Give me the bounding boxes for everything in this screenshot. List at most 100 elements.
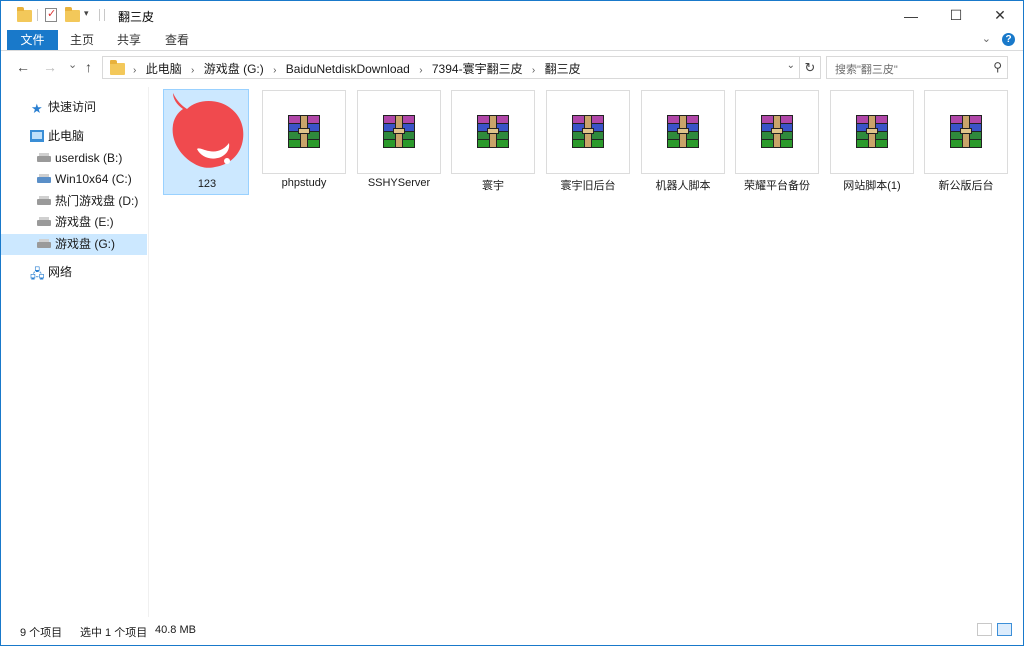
up-button[interactable]: ↑ (85, 59, 92, 75)
customize-quick-access-icon[interactable]: ▾ (84, 8, 89, 19)
recent-locations-button[interactable]: ⌄ (68, 58, 77, 71)
file-name: 机器人脚本 (655, 180, 711, 192)
rar-archive-icon (948, 115, 984, 149)
separator (37, 9, 38, 21)
window-title: 翻三皮 (118, 10, 155, 24)
sidebar-item-label: 热门游戏盘 (D:) (55, 194, 139, 208)
forward-button[interactable]: → (43, 59, 57, 75)
selection-count: 选中 1 个项目 (80, 627, 148, 639)
rar-archive-icon (286, 115, 322, 149)
explorer-window: ✓ ▾ 翻三皮 — ☐ ✕ 文件 主页 共享 查看 ⌄ ? ← → ⌄ ↑ › … (0, 0, 1024, 646)
file-item[interactable]: 机器人脚本 (640, 89, 726, 195)
sidebar-item-label: 游戏盘 (E:) (55, 215, 114, 229)
file-thumbnail (451, 90, 535, 174)
sidebar-item-label: 此电脑 (48, 129, 85, 143)
sidebar-item-quick-access[interactable]: ★ 快速访问 (1, 97, 147, 118)
chevron-right-icon[interactable]: › (532, 65, 535, 76)
chevron-right-icon: › (133, 65, 137, 76)
breadcrumb-item[interactable]: 游戏盘 (G:) (204, 62, 264, 76)
file-thumbnail (546, 90, 630, 174)
sidebar-item-network[interactable]: 🖧 网络 (1, 262, 147, 283)
file-thumbnail (641, 90, 725, 174)
file-item[interactable]: phpstudy (261, 89, 347, 195)
expand-ribbon-icon[interactable]: ⌄ (982, 32, 991, 45)
drive-icon (37, 217, 51, 226)
sidebar-item-drive-selected[interactable]: 游戏盘 (G:) (1, 234, 147, 255)
file-item[interactable]: 网站脚本(1) (829, 89, 915, 195)
search-placeholder: 搜索"翻三皮" (835, 64, 898, 76)
drive-icon (37, 196, 51, 205)
back-button[interactable]: ← (16, 59, 30, 75)
sidebar-item-this-pc[interactable]: 此电脑 (1, 126, 147, 147)
chevron-right-icon[interactable]: › (273, 65, 276, 76)
navigation-pane: ★ 快速访问 此电脑 userdisk (B:) Win10x64 (C:) 热… (1, 87, 147, 617)
properties-icon[interactable]: ✓ (45, 8, 57, 22)
file-name: SSHYServer (367, 177, 431, 189)
sidebar-item-drive[interactable]: 热门游戏盘 (D:) (1, 191, 147, 212)
close-button[interactable]: ✕ (977, 1, 1023, 30)
sidebar-item-drive[interactable]: 游戏盘 (E:) (1, 212, 147, 233)
maximize-button[interactable]: ☐ (933, 1, 979, 30)
pane-divider[interactable] (148, 87, 149, 617)
file-name: 网站脚本(1) (843, 180, 901, 192)
chevron-down-icon[interactable]: ⌄ (787, 60, 795, 71)
tab-share[interactable]: 共享 (117, 30, 141, 50)
breadcrumb: › 此电脑 › 游戏盘 (G:) › BaiduNetdiskDownload … (133, 60, 581, 77)
computer-icon (30, 130, 44, 142)
sidebar-item-label: 网络 (48, 265, 73, 279)
file-name: 荣耀平台备份 (744, 180, 810, 192)
folder-icon (17, 7, 32, 22)
minimize-button[interactable]: — (888, 1, 934, 30)
rar-archive-icon (475, 115, 511, 149)
sidebar-item-label: userdisk (B:) (55, 151, 123, 165)
file-item[interactable]: 123 (163, 89, 249, 195)
file-thumbnail (262, 90, 346, 174)
drive-icon (37, 239, 51, 248)
chevron-right-icon[interactable]: › (191, 65, 194, 76)
network-icon: 🖧 (30, 266, 45, 281)
address-bar[interactable]: › 此电脑 › 游戏盘 (G:) › BaiduNetdiskDownload … (102, 56, 800, 79)
file-thumbnail (735, 90, 819, 174)
sidebar-item-drive[interactable]: Win10x64 (C:) (1, 169, 147, 190)
folder-icon (110, 60, 125, 75)
file-name: 寰宇 (482, 180, 504, 192)
file-item[interactable]: 荣耀平台备份 (734, 89, 820, 195)
breadcrumb-item[interactable]: 翻三皮 (545, 62, 581, 76)
sidebar-item-label: 游戏盘 (G:) (55, 237, 115, 251)
large-icons-view-button[interactable] (997, 623, 1012, 636)
rar-archive-icon (570, 115, 606, 149)
rar-archive-icon (854, 115, 890, 149)
new-folder-icon[interactable] (65, 7, 80, 22)
file-list: 123 phpstudy SSHYServer 寰宇 寰宇旧后台 机器人脚本 荣… (159, 89, 1019, 619)
tab-view[interactable]: 查看 (165, 30, 189, 50)
star-icon: ★ (31, 101, 43, 116)
file-item[interactable]: SSHYServer (356, 89, 442, 195)
ribbon-tabs: 文件 主页 共享 查看 ⌄ ? (1, 30, 1023, 51)
image-icon (172, 93, 244, 168)
search-input[interactable]: 搜索"翻三皮" ⚲ (826, 56, 1008, 79)
search-icon[interactable]: ⚲ (993, 60, 1002, 74)
rar-archive-icon (665, 115, 701, 149)
breadcrumb-item[interactable]: BaiduNetdiskDownload (286, 62, 410, 76)
tab-file[interactable]: 文件 (7, 30, 58, 50)
sidebar-item-label: Win10x64 (C:) (55, 172, 132, 186)
sidebar-item-label: 快速访问 (48, 100, 97, 114)
file-item[interactable]: 寰宇 (450, 89, 536, 195)
image-thumbnail (165, 91, 249, 175)
breadcrumb-item[interactable]: 此电脑 (146, 62, 182, 76)
details-view-button[interactable] (977, 623, 992, 636)
file-name: phpstudy (281, 177, 327, 189)
breadcrumb-item[interactable]: 7394-寰宇翻三皮 (432, 62, 523, 76)
file-thumbnail (357, 90, 441, 174)
refresh-button[interactable]: ↻ (799, 56, 821, 79)
tab-home[interactable]: 主页 (70, 30, 94, 50)
file-item[interactable]: 新公版后台 (923, 89, 1009, 195)
windows-drive-icon (37, 174, 51, 183)
rar-archive-icon (381, 115, 417, 149)
sidebar-item-drive[interactable]: userdisk (B:) (1, 148, 147, 169)
help-icon[interactable]: ? (1002, 33, 1015, 46)
file-item[interactable]: 寰宇旧后台 (545, 89, 631, 195)
chevron-right-icon[interactable]: › (419, 65, 422, 76)
item-count: 9 个项目 (20, 627, 63, 639)
status-bar: 9 个项目 选中 1 个项目 40.8 MB (1, 619, 1023, 643)
